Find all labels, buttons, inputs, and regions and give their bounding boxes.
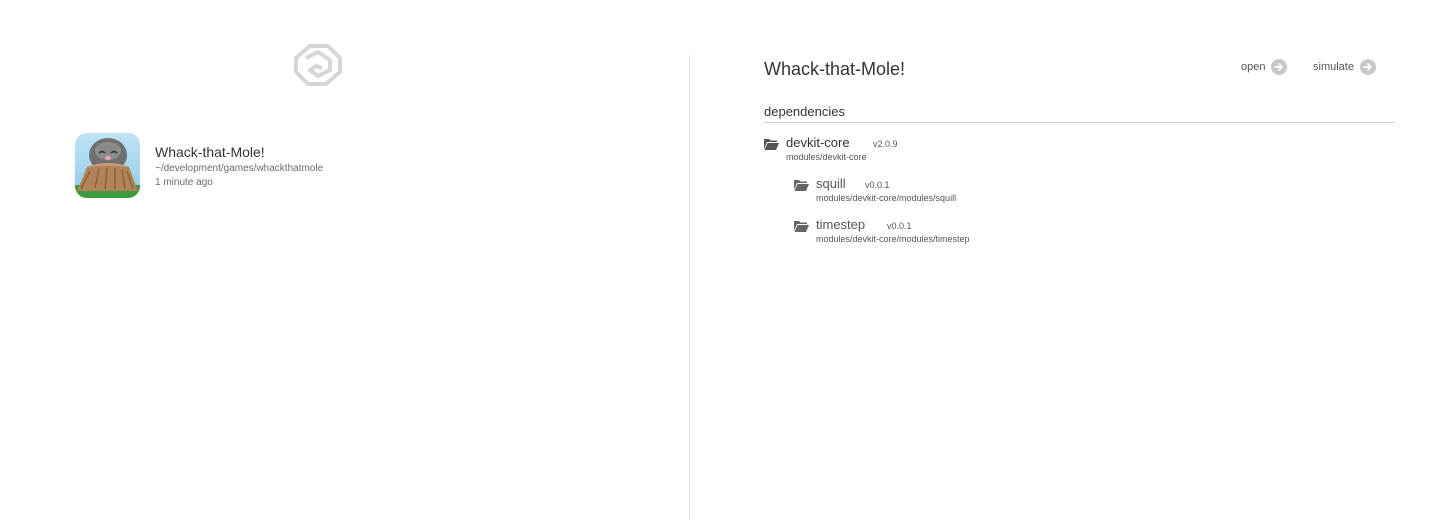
project-list-item[interactable]: Whack-that-Mole! ~/development/games/wha… [75,133,495,199]
arrow-right-circle-icon [1359,59,1376,75]
dependency-path: modules/devkit-core/modules/timestep [816,234,970,244]
project-path: ~/development/games/whackthatmole [155,163,324,174]
open-button[interactable]: open [1241,58,1288,76]
dependencies-heading: dependencies [764,104,845,119]
dependency-name[interactable]: timestep [816,217,865,232]
dependency-path: modules/devkit-core [786,152,867,162]
project-list-panel: Whack-that-Mole! ~/development/games/wha… [0,0,689,520]
folder-open-icon [794,221,809,232]
project-modified-time: 1 minute ago [155,177,213,188]
open-label: open [1241,61,1266,73]
arrow-right-circle-icon [1271,59,1288,75]
dependency-path: modules/devkit-core/modules/squill [816,193,957,203]
dependency-version: v0.0.1 [887,221,912,231]
dependency-version: v2.0.9 [873,139,898,149]
app-root: Whack-that-Mole! ~/development/games/wha… [0,0,1430,520]
dependency-version: v0.0.1 [865,180,890,190]
simulate-label: simulate [1313,61,1354,73]
project-title: Whack-that-Mole! [764,59,906,79]
dependencies-divider [764,122,1394,123]
dependency-name[interactable]: devkit-core [786,135,850,150]
project-name: Whack-that-Mole! [155,144,265,160]
folder-open-icon [764,139,779,150]
mole-app-icon [75,133,140,198]
simulate-button[interactable]: simulate [1313,58,1376,76]
dependency-name[interactable]: squill [816,176,846,191]
project-detail-panel: Whack-that-Mole! open simulate dependenc… [690,0,1430,520]
devkit-logo-icon [294,44,342,86]
folder-open-icon [794,180,809,191]
